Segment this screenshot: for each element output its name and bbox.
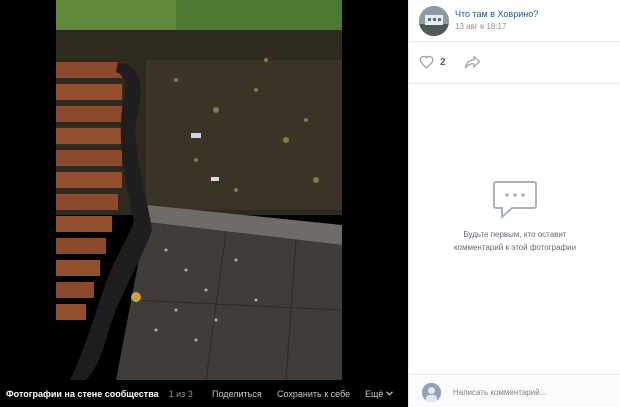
photo[interactable] [56,0,342,380]
album-link[interactable]: Фотографии на стене сообщества [6,389,159,399]
community-avatar[interactable] [419,6,449,36]
community-avatar-image [419,6,449,36]
like-button[interactable]: 2 [419,55,446,69]
like-count: 2 [440,56,446,68]
user-avatar[interactable] [422,383,441,402]
comments-icon [493,181,537,220]
empty-comments-line2: комментарий к этой фотографии [453,243,577,252]
more-label: Ещё [365,388,384,399]
post-actions: 2 [409,42,620,84]
photo-viewer: Фотографии на стене сообщества 1 из 3 По… [0,0,408,407]
save-photo-button[interactable]: Сохранить к себе [277,389,350,399]
comment-composer [409,374,620,407]
empty-comments-line1: Будьте первым, кто оставит [463,230,567,239]
community-name-link[interactable]: Что там в Ховрино? [455,9,538,19]
share-icon [464,55,481,69]
photo-image [56,0,342,380]
post-date[interactable]: 13 авг в 18:17 [455,22,506,31]
comment-input[interactable] [453,384,613,400]
user-avatar-image [422,383,441,402]
chevron-down-icon [386,391,394,396]
share-photo-button[interactable]: Поделиться [212,389,262,399]
empty-comments: Будьте первым, кто оставит комментарий к… [409,180,620,254]
viewer-footer: Фотографии на стене сообщества 1 из 3 По… [0,380,408,407]
post-panel: Что там в Ховрино? 13 авг в 18:17 2 Будь… [408,0,620,407]
post-header: Что там в Ховрино? 13 авг в 18:17 [409,0,620,42]
heart-icon [419,55,434,69]
photo-counter: 1 из 3 [168,388,193,399]
more-button[interactable]: Ещё [365,388,394,399]
share-button[interactable] [464,55,481,74]
